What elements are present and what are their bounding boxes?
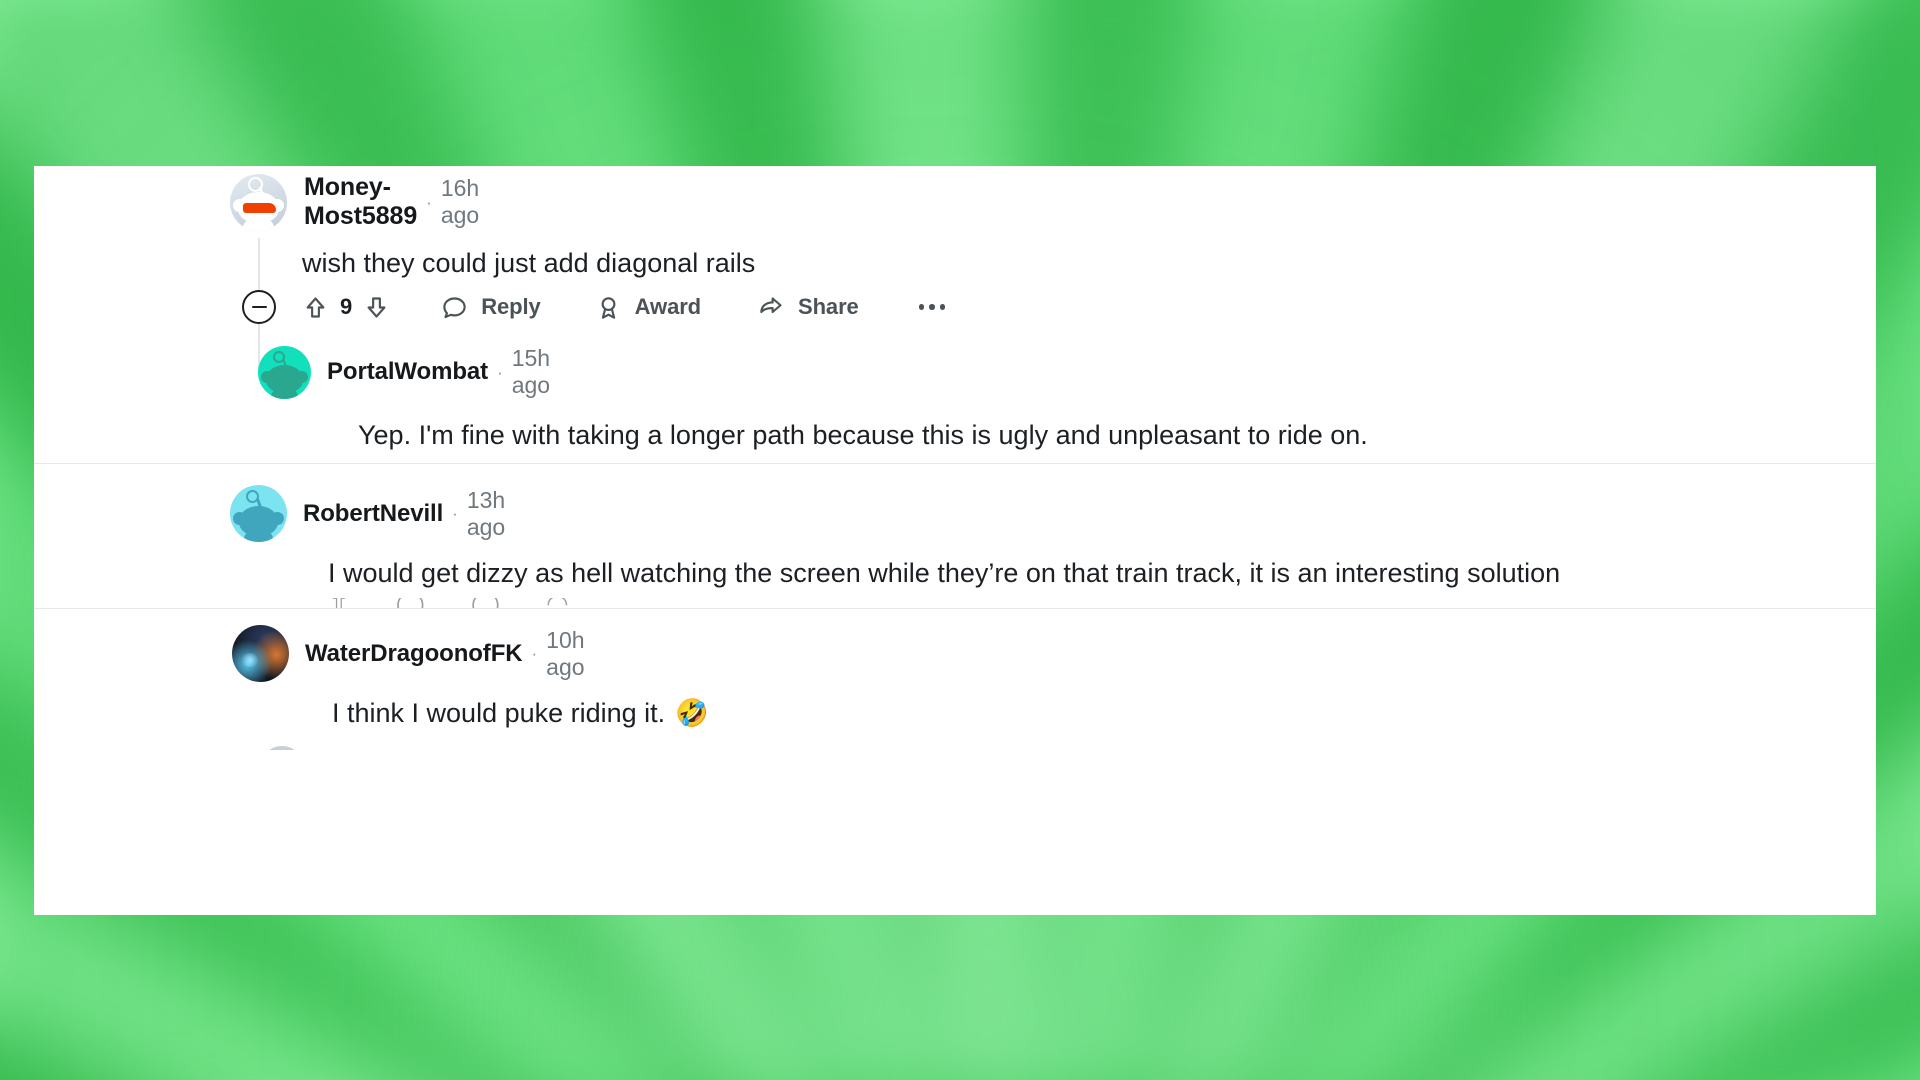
comment-username[interactable]: PortalWombat (327, 358, 488, 386)
comment-action-bar-clipped: ⇧ ◯ ◯ ◠ (328, 598, 888, 608)
comment-timestamp: 10h ago (546, 626, 585, 680)
comment-timestamp: 13h ago (466, 486, 506, 540)
share-label: Share (798, 294, 859, 319)
comment-body: wish they could just add diagonal rails (302, 248, 756, 278)
reply-icon-clipped[interactable]: ◯ (396, 598, 425, 608)
more-options-button[interactable] (918, 304, 946, 310)
award-icon-clipped[interactable]: ◯ (471, 598, 500, 608)
reply-label: Reply (481, 294, 541, 319)
meta-separator: · (497, 362, 503, 382)
snoo-ear-right (271, 512, 284, 525)
avatar-snoo-sunglasses[interactable] (230, 173, 287, 231)
award-button[interactable]: Award (595, 294, 701, 321)
snoo-body (243, 218, 274, 231)
reply-button[interactable]: Reply (441, 294, 541, 321)
collapse-thread-button[interactable] (242, 290, 276, 324)
vote-score: 9 (340, 294, 353, 319)
award-label: Award (634, 294, 702, 319)
share-button[interactable]: Share (758, 294, 859, 321)
comment-body: I think I would puke riding it. 🤣 (332, 694, 709, 732)
snoo-ear-right (296, 370, 308, 383)
dot-2 (929, 304, 935, 310)
comment-header: WaterDragoonofFK · 10h ago (232, 625, 585, 682)
avatar-snoo-teal[interactable] (258, 345, 311, 399)
comments-card: Money-Most5889 · 16h ago wish they could… (34, 166, 1876, 915)
comment-body: Yep. I'm fine with taking a longer path … (358, 420, 1368, 450)
comment-header: Money-Most5889 · 16h ago (230, 173, 479, 231)
share-arrow-icon (760, 296, 782, 313)
rofl-emoji: 🤣 (675, 698, 709, 728)
snoo-ear-left (233, 512, 246, 525)
comment-username[interactable]: Money-Most5889 (304, 173, 417, 231)
comment-action-bar: 9 Reply Award Share (302, 290, 946, 324)
snoo-ear-left (261, 370, 273, 383)
meta-separator: · (531, 644, 538, 663)
dot-1 (918, 304, 925, 310)
upvote-arrow-icon (306, 296, 325, 318)
downvote-button[interactable] (363, 294, 390, 321)
comment-username[interactable]: WaterDragoonofFK (305, 640, 523, 668)
dot-3 (939, 304, 946, 310)
share-icon-clipped[interactable]: ◠ (546, 598, 569, 608)
avatar-photo-dark[interactable] (232, 625, 289, 682)
comment-username[interactable]: RobertNevill (303, 500, 443, 528)
avatar-snoo-cyan[interactable] (230, 485, 287, 542)
downvote-arrow-icon (367, 296, 386, 318)
comment-header: RobertNevill · 13h ago (230, 485, 505, 542)
comment-timestamp: 15h ago (511, 345, 551, 398)
meta-separator: · (426, 192, 432, 212)
award-ribbon-icon (601, 296, 616, 319)
avatar-photo-highlight (240, 653, 260, 667)
comment-body-text: I think I would puke riding it. (332, 698, 666, 728)
snoo-body (271, 388, 298, 399)
comment-bubble-icon (443, 296, 466, 318)
upvote-button[interactable] (302, 294, 329, 321)
comment-divider-1 (34, 463, 1876, 464)
comment-header: PortalWombat · 15h ago (258, 345, 550, 399)
minus-icon (251, 305, 267, 309)
upvote-icon-clipped[interactable]: ⇧ (328, 598, 350, 608)
comment-divider-2 (34, 608, 1876, 609)
comment-body: I would get dizzy as hell watching the s… (328, 558, 1561, 588)
snoo-body (244, 531, 273, 542)
snoo-sunglasses-icon (243, 202, 276, 213)
next-comment-clipped (260, 746, 304, 750)
comment-timestamp: 16h ago (440, 175, 480, 228)
meta-separator: · (452, 504, 458, 523)
